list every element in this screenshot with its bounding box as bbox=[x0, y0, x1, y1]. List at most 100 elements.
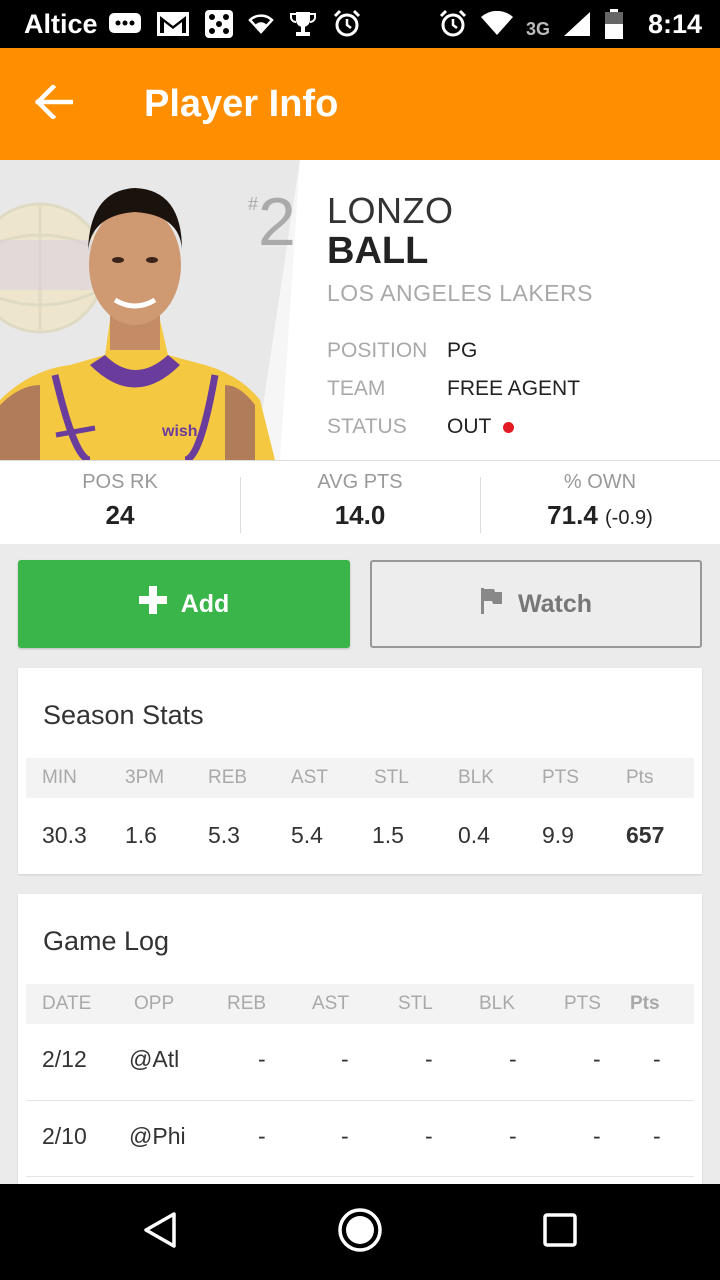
row-divider bbox=[26, 1176, 694, 1177]
player-info-list: POSITION PG TEAM FREE AGENT STATUS OUT bbox=[327, 332, 580, 446]
plus-icon bbox=[138, 581, 167, 624]
season-stats-card: Season Stats MIN 3PM REB AST STL BLK PTS… bbox=[18, 668, 702, 874]
wifi-small-icon bbox=[247, 12, 274, 36]
signal-icon bbox=[562, 10, 592, 38]
status-text: OUT bbox=[447, 415, 492, 438]
nav-home-button[interactable] bbox=[336, 1207, 384, 1258]
player-header: wish #2 LONZO BALL LOS ANGELES LAKERS PO… bbox=[0, 160, 720, 460]
stats-summary: POS RK 24 AVG PTS 14.0 % OWN 71.4 (-0.9) bbox=[0, 460, 720, 544]
column-header: REB bbox=[208, 767, 248, 788]
wifi-icon bbox=[480, 11, 514, 37]
jersey-number: #2 bbox=[248, 188, 296, 256]
nav-recents-button[interactable] bbox=[536, 1208, 584, 1256]
carrier-name: Altice bbox=[24, 8, 98, 39]
dice-icon bbox=[204, 9, 234, 39]
game-log-title: Game Log bbox=[43, 926, 170, 956]
back-triangle-icon bbox=[140, 1210, 180, 1255]
info-value: PG bbox=[447, 339, 478, 362]
recents-square-icon bbox=[542, 1212, 578, 1253]
battery-icon bbox=[604, 8, 624, 40]
column-header: 3PM bbox=[125, 767, 165, 788]
column-header: Pts bbox=[626, 767, 654, 788]
summary-value: 24 bbox=[105, 499, 135, 530]
alarm-icon bbox=[438, 9, 468, 39]
summary-pos-rank: POS RK 24 bbox=[0, 461, 240, 544]
season-stats-header: MIN 3PM REB AST STL BLK PTS Pts bbox=[26, 758, 694, 798]
game-fantasy-pts: - bbox=[653, 1123, 661, 1149]
nav-back-button[interactable] bbox=[136, 1208, 184, 1256]
game-ast: - bbox=[341, 1123, 349, 1149]
alarm-icon bbox=[332, 9, 362, 39]
info-row-team: TEAM FREE AGENT bbox=[327, 370, 580, 408]
arrow-back-icon bbox=[34, 83, 74, 124]
info-label: TEAM bbox=[327, 377, 386, 400]
summary-label: AVG PTS bbox=[317, 470, 403, 493]
back-button[interactable] bbox=[18, 68, 90, 140]
player-first-name: LONZO bbox=[327, 190, 454, 231]
game-reb: - bbox=[258, 1046, 266, 1072]
summary-label: POS RK bbox=[82, 470, 158, 493]
summary-value: 14.0 bbox=[334, 499, 386, 530]
column-header: PTS bbox=[564, 993, 601, 1014]
info-value: OUT bbox=[447, 415, 515, 439]
column-header: STL bbox=[374, 767, 409, 788]
info-row-status: STATUS OUT bbox=[327, 408, 580, 446]
clock: 8:14 bbox=[647, 8, 702, 39]
page-title: Player Info bbox=[144, 82, 339, 125]
add-button-label: Add bbox=[180, 589, 230, 618]
column-header: OPP bbox=[134, 993, 175, 1014]
stat-pts: 9.9 bbox=[542, 822, 574, 848]
column-header: BLK bbox=[458, 767, 494, 788]
game-fantasy-pts: - bbox=[653, 1046, 661, 1072]
summary-avg-pts: AVG PTS 14.0 bbox=[240, 461, 480, 544]
stat-reb: 5.3 bbox=[208, 822, 240, 848]
column-header: REB bbox=[227, 993, 267, 1014]
game-blk: - bbox=[509, 1046, 517, 1072]
info-value: FREE AGENT bbox=[447, 377, 581, 400]
game-stl: - bbox=[425, 1046, 433, 1072]
game-log-card: Game Log DATE OPP REB AST STL BLK PTS Pt… bbox=[18, 894, 702, 1194]
column-header: PTS bbox=[542, 767, 579, 788]
status-dot-icon bbox=[503, 421, 515, 433]
status-bar: Altice 3G 8:14 bbox=[0, 0, 720, 48]
column-header: Pts bbox=[630, 993, 660, 1014]
jersey-number-value: 2 bbox=[258, 184, 296, 260]
info-label: POSITION bbox=[327, 339, 428, 362]
column-header: DATE bbox=[42, 993, 92, 1014]
game-opponent: @Atl bbox=[129, 1046, 180, 1072]
system-nav-bar bbox=[0, 1184, 720, 1280]
game-reb: - bbox=[258, 1123, 266, 1149]
gmail-icon bbox=[156, 10, 190, 38]
trophy-icon bbox=[288, 10, 318, 38]
column-header: STL bbox=[398, 993, 433, 1014]
app-bar: Player Info bbox=[0, 48, 720, 160]
stat-blk: 0.4 bbox=[458, 822, 490, 848]
stat-ast: 5.4 bbox=[291, 822, 323, 848]
info-row-position: POSITION PG bbox=[327, 332, 580, 370]
game-date: 2/10 bbox=[42, 1123, 87, 1149]
game-opponent: @Phi bbox=[129, 1123, 186, 1149]
summary-change: (-0.9) bbox=[605, 506, 653, 529]
summary-value: 71.4 bbox=[547, 499, 598, 530]
network-type: 3G bbox=[525, 18, 550, 39]
summary-value-wrap: 71.4 (-0.9) bbox=[547, 500, 653, 531]
game-pts: - bbox=[593, 1046, 601, 1072]
home-circle-icon bbox=[337, 1207, 383, 1258]
messages-icon bbox=[108, 11, 142, 37]
watch-button-label: Watch bbox=[517, 589, 593, 618]
info-label: STATUS bbox=[327, 415, 407, 438]
summary-pct-own: % OWN 71.4 (-0.9) bbox=[480, 461, 720, 544]
player-last-name: BALL bbox=[327, 230, 429, 272]
game-pts: - bbox=[593, 1123, 601, 1149]
game-blk: - bbox=[509, 1123, 517, 1149]
add-button[interactable]: Add bbox=[18, 560, 350, 648]
jersey-number-prefix: # bbox=[248, 194, 259, 214]
stat-min: 30.3 bbox=[42, 822, 87, 848]
column-header: AST bbox=[312, 993, 349, 1014]
player-team: LOS ANGELES LAKERS bbox=[327, 280, 593, 306]
column-header: BLK bbox=[479, 993, 515, 1014]
game-log-header: DATE OPP REB AST STL BLK PTS Pts bbox=[26, 984, 694, 1024]
summary-label: % OWN bbox=[563, 470, 637, 493]
watch-button[interactable]: Watch bbox=[370, 560, 702, 648]
game-date: 2/12 bbox=[42, 1046, 87, 1072]
